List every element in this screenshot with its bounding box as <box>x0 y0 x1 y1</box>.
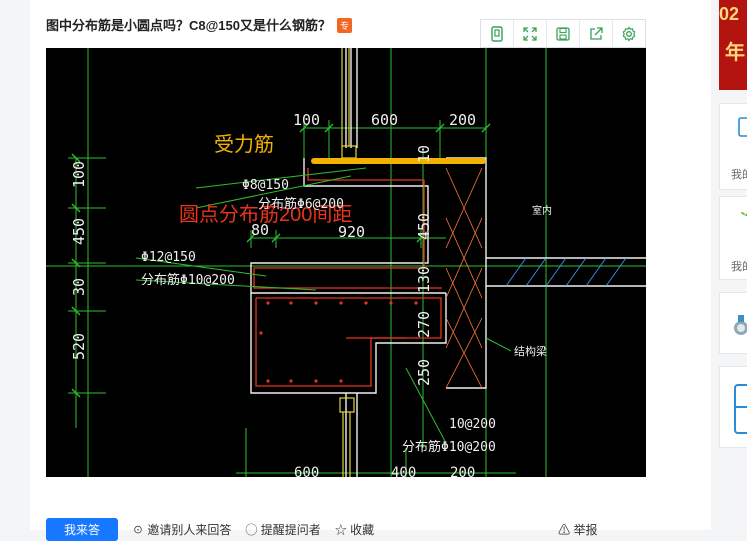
struct-beam-label: 结构梁 <box>514 344 547 358</box>
main-bar-label: 受力筋 <box>214 133 274 156</box>
dim-920: 920 <box>338 223 365 241</box>
dim-mid-3: 130 <box>415 266 433 293</box>
cad-drawing[interactable]: 受力筋 圆点分布筋200间距 100 600 200 80 920 Φ8@150… <box>46 48 646 477</box>
share-icon[interactable] <box>580 20 613 47</box>
image-toolbar <box>480 19 646 48</box>
dim-left-3: 30 <box>70 278 88 296</box>
rebar-phi8: Φ8@150 <box>242 178 289 193</box>
dim-mid-2: 450 <box>415 213 433 240</box>
settings-icon[interactable] <box>613 20 645 47</box>
dim-mid-5: 250 <box>415 359 433 386</box>
sidebar-card-2[interactable]: 我的 <box>719 196 747 280</box>
right-sidebar: 02 年 我的 我的 <box>719 0 747 530</box>
dim-bottom-1: 600 <box>294 465 319 477</box>
dist-phi10-label: 分布筋Φ10@200 <box>141 272 235 288</box>
save-icon[interactable] <box>547 20 580 47</box>
clipboard-icon <box>734 384 747 434</box>
dim-mid-1: 10 <box>415 145 433 163</box>
dist-phi10-b-label: 分布筋Φ10@200 <box>402 439 496 455</box>
document-icon <box>738 117 747 137</box>
question-title: 图中分布筋是小圆点吗？C8@150又是什么钢筋？ 专 <box>46 15 353 34</box>
sidebar-card-2-text: 我的 <box>731 261 747 273</box>
sidebar-card-1-text: 我的 <box>731 169 747 181</box>
dist-phi6-label: 分布筋Φ6@200 <box>258 196 344 212</box>
rebar-10-200: 10@200 <box>449 417 496 432</box>
dim-left-1: 100 <box>70 161 88 188</box>
dim-top-2: 600 <box>371 111 398 129</box>
copy-icon[interactable] <box>481 20 514 47</box>
favorite-label: 收藏 <box>350 523 375 537</box>
dim-80: 80 <box>251 221 269 239</box>
sprout-icon <box>741 212 747 220</box>
sidebar-card-3[interactable] <box>719 292 747 354</box>
dim-top-1: 100 <box>293 111 320 129</box>
dim-bottom-3: 200 <box>450 465 475 477</box>
invite-label: 邀请别人来回答 <box>147 523 232 537</box>
sidebar-card-4[interactable] <box>719 366 747 448</box>
dim-top-3: 200 <box>449 111 476 129</box>
dim-mid-4: 270 <box>415 311 433 338</box>
expert-tag: 专 <box>337 18 353 33</box>
medal-icon <box>734 315 747 335</box>
banner-text-2: 年 <box>725 42 745 64</box>
dim-left-2: 450 <box>70 218 88 245</box>
report-label: 举报 <box>573 523 598 537</box>
fullscreen-icon[interactable] <box>514 20 547 47</box>
remind-label: 提醒提问者 <box>260 523 321 537</box>
dim-bottom-2: 400 <box>391 465 416 477</box>
sidebar-card-1[interactable]: 我的 <box>719 103 747 190</box>
promo-banner[interactable]: 02 年 <box>719 0 747 90</box>
dim-left-4: 520 <box>70 333 88 360</box>
indoor-label: 室内 <box>532 204 552 217</box>
question-title-text: 图中分布筋是小圆点吗？C8@150又是什么钢筋？ <box>46 18 331 33</box>
banner-text: 02 <box>719 4 740 24</box>
rebar-phi12: Φ12@150 <box>141 250 196 265</box>
